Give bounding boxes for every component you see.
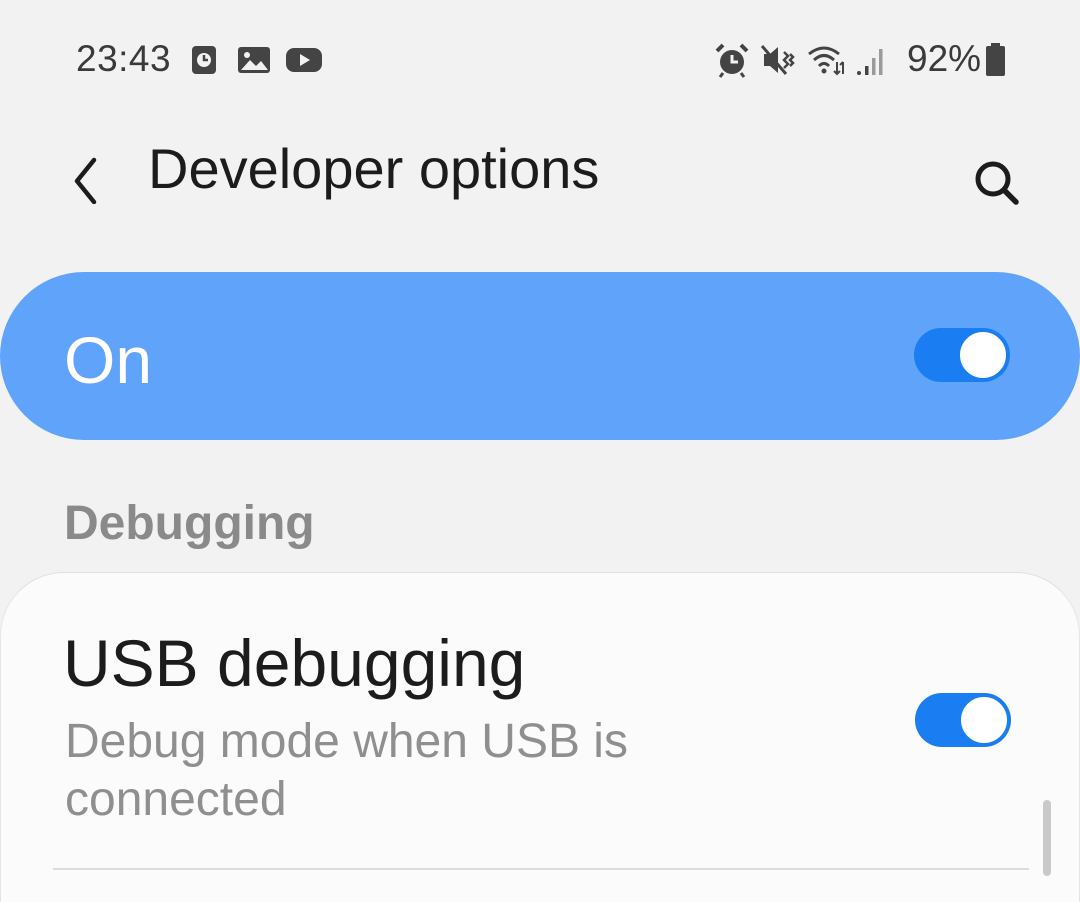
wifi-icon <box>808 46 844 76</box>
battery-percentage: 92% <box>907 38 982 79</box>
status-time: 23:43 <box>76 38 172 79</box>
back-chevron-icon <box>74 157 97 205</box>
page-title: Developer options <box>148 137 600 200</box>
master-switch-label: On <box>64 323 153 397</box>
usb-debugging-summary: Debug mode when USB is connected <box>65 715 628 826</box>
app-bar: Developer options <box>0 120 1080 230</box>
search-button[interactable] <box>958 134 1034 210</box>
youtube-icon <box>286 48 322 72</box>
scrollbar[interactable] <box>1043 800 1051 876</box>
divider <box>53 868 1029 870</box>
master-toggle-switch[interactable] <box>914 328 1010 382</box>
cell-signal-icon <box>857 49 883 75</box>
mute-vibrate-icon <box>760 45 795 75</box>
toggle-knob <box>958 330 1008 380</box>
usb-debugging-title: USB debugging <box>63 626 526 700</box>
usb-debugging-toggle[interactable] <box>915 693 1011 747</box>
alarm-icon <box>715 43 749 78</box>
toggle-knob <box>959 695 1009 745</box>
screen-time-icon <box>192 46 216 74</box>
developer-options-master-switch[interactable]: On <box>0 272 1080 440</box>
battery-icon <box>986 43 1005 76</box>
search-icon <box>975 161 1019 205</box>
settings-card: USB debugging Debug mode when USB is con… <box>0 572 1080 902</box>
usb-debugging-row[interactable]: USB debugging Debug mode when USB is con… <box>1 573 1080 869</box>
section-header-debugging: Debugging <box>64 497 315 550</box>
gallery-icon <box>238 47 270 73</box>
status-bar: 23:43 92% <box>0 0 1080 120</box>
back-button[interactable] <box>50 134 120 205</box>
